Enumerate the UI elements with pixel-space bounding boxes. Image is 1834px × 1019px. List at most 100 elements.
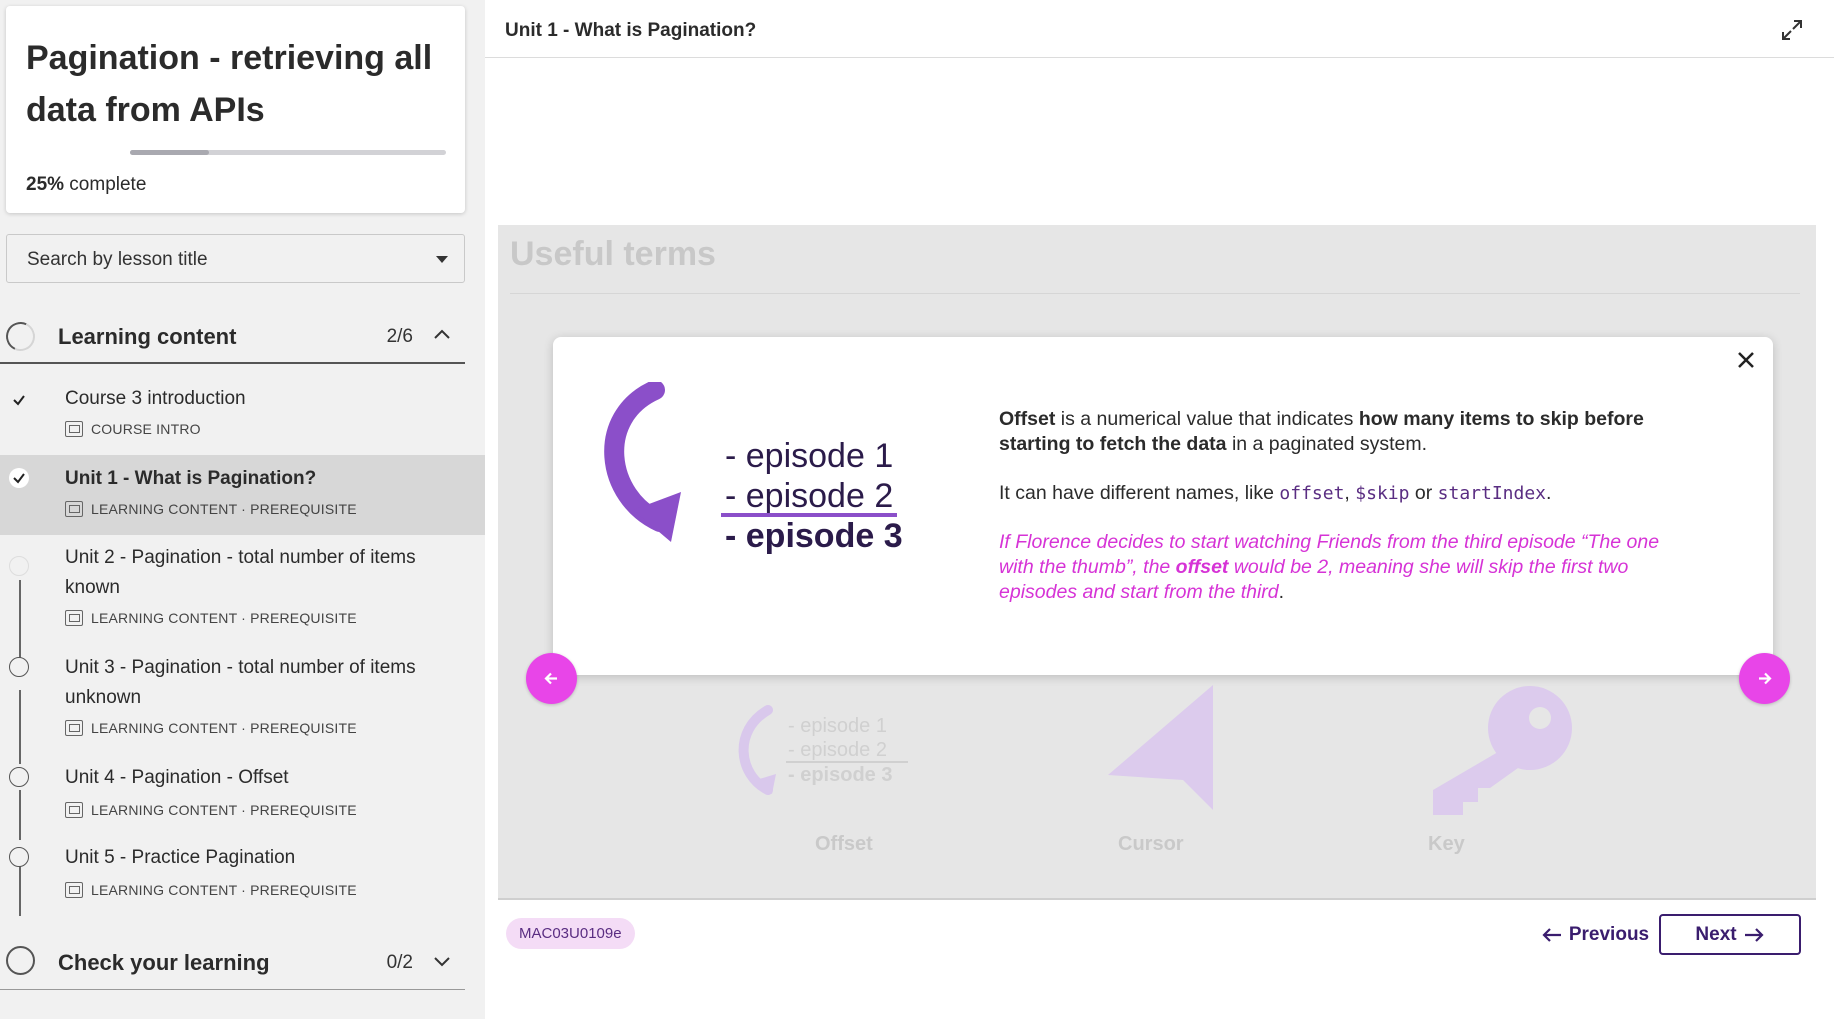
section-heading: Useful terms bbox=[510, 235, 716, 273]
lesson-item-unit-2[interactable]: Unit 2 - Pagination - total number of it… bbox=[0, 540, 485, 640]
lesson-meta-text: LEARNING CONTENT · PREREQUISITE bbox=[91, 720, 357, 736]
lesson-title: Unit 1 - What is Pagination? bbox=[65, 468, 317, 489]
term-label-key: Key bbox=[1428, 833, 1465, 855]
section-check-your-learning[interactable]: Check your learning 0/2 bbox=[0, 932, 465, 990]
section-learning-content[interactable]: Learning content 2/6 bbox=[0, 306, 465, 364]
close-icon[interactable] bbox=[1733, 347, 1759, 373]
footer-divider bbox=[498, 898, 1816, 900]
document-icon bbox=[65, 421, 83, 437]
term-detail-modal: - episode 1 - episode 2 - episode 3 Offs… bbox=[553, 337, 1773, 675]
arrow-right-icon bbox=[1744, 927, 1764, 942]
progress-text: 25% complete bbox=[26, 174, 146, 196]
lesson-search-select[interactable]: Search by lesson title bbox=[6, 234, 465, 283]
aliases-text: It can have different names, like bbox=[999, 482, 1280, 504]
section-label: Check your learning bbox=[58, 950, 270, 975]
term-label-offset: Offset bbox=[815, 833, 873, 855]
lesson-title: Unit 3 - Pagination - total number of it… bbox=[65, 657, 416, 708]
lesson-item-unit-4[interactable]: Unit 4 - Pagination - Offset LEARNING CO… bbox=[0, 760, 485, 832]
definition-text: is a numerical value that indicates bbox=[1055, 408, 1359, 430]
lesson-title: Course 3 introduction bbox=[65, 388, 246, 409]
episode-text: - episode 1 bbox=[788, 715, 887, 737]
section-count: 0/2 bbox=[386, 952, 413, 973]
previous-label: Previous bbox=[1568, 924, 1650, 945]
status-circle-icon bbox=[9, 767, 29, 787]
slides-icon bbox=[65, 802, 83, 818]
lesson-meta-text: LEARNING CONTENT · PREREQUISITE bbox=[91, 882, 357, 898]
lesson-search-placeholder: Search by lesson title bbox=[27, 249, 208, 270]
expand-icon[interactable] bbox=[1780, 18, 1804, 42]
term-label-cursor: Cursor bbox=[1118, 833, 1184, 855]
episode-text: - episode 2 bbox=[788, 739, 887, 761]
episode-text: - episode 1 bbox=[725, 437, 893, 475]
check-icon bbox=[9, 390, 29, 410]
slides-icon bbox=[65, 610, 83, 626]
lesson-meta: LEARNING CONTENT · PREREQUISITE bbox=[65, 610, 357, 626]
lesson-meta: COURSE INTRO bbox=[65, 421, 201, 437]
lesson-item-unit-5[interactable]: Unit 5 - Practice Pagination LEARNING CO… bbox=[0, 840, 485, 912]
offset-illustration: - episode 1 - episode 2 - episode 3 bbox=[604, 382, 903, 555]
section-progress-ring-icon bbox=[1, 317, 40, 356]
section-count: 2/6 bbox=[386, 326, 413, 347]
lesson-item-course-intro[interactable]: Course 3 introduction COURSE INTRO bbox=[0, 376, 485, 454]
lesson-title: Unit 4 - Pagination - Offset bbox=[65, 767, 289, 788]
status-circle-icon bbox=[9, 556, 29, 576]
course-progress-fill bbox=[130, 150, 209, 155]
lesson-item-unit-1[interactable]: Unit 1 - What is Pagination? LEARNING CO… bbox=[0, 455, 485, 535]
lesson-meta-text: LEARNING CONTENT · PREREQUISITE bbox=[91, 501, 357, 517]
episode-text: - episode 3 bbox=[725, 517, 903, 555]
previous-button[interactable]: Previous bbox=[1515, 915, 1675, 955]
slides-icon bbox=[65, 501, 83, 517]
slides-icon bbox=[65, 882, 83, 898]
lesson-meta: LEARNING CONTENT · PREREQUISITE bbox=[65, 802, 357, 818]
alias-code: offset bbox=[1279, 483, 1345, 504]
cursor-illustration-faded bbox=[1108, 685, 1213, 810]
section-label: Learning content bbox=[58, 324, 237, 349]
definition-text: in a paginated system. bbox=[1226, 433, 1428, 455]
course-title: Pagination - retrieving all data from AP… bbox=[26, 39, 433, 129]
lesson-code-badge: MAC03U0109e bbox=[506, 918, 635, 949]
status-circle-icon bbox=[9, 657, 29, 677]
modal-previous-button[interactable] bbox=[526, 653, 577, 704]
section-progress-ring-icon bbox=[6, 946, 35, 975]
aliases-separator: or bbox=[1409, 482, 1438, 504]
example-paragraph: If Florence decides to start watching Fr… bbox=[999, 530, 1699, 605]
term-description: Offset is a numerical value that indicat… bbox=[999, 407, 1699, 629]
lesson-main-panel: Unit 1 - What is Pagination? Useful term… bbox=[485, 0, 1834, 1019]
episode-text: - episode 3 bbox=[788, 764, 892, 786]
lesson-item-unit-3[interactable]: Unit 3 - Pagination - total number of it… bbox=[0, 650, 485, 750]
next-label: Next bbox=[1695, 923, 1737, 945]
episode-text: - episode 2 bbox=[725, 477, 893, 515]
aliases-separator: , bbox=[1344, 482, 1356, 504]
lesson-meta-text: LEARNING CONTENT · PREREQUISITE bbox=[91, 610, 357, 626]
slides-icon bbox=[65, 720, 83, 736]
example-highlight: offset bbox=[1175, 556, 1229, 578]
aliases-end: . bbox=[1546, 482, 1552, 504]
divider bbox=[510, 293, 1800, 294]
example-text: If Florence decides to start watching Fr… bbox=[999, 531, 1659, 603]
arrow-left-icon bbox=[544, 672, 557, 685]
offset-illustration-faded: - episode 1 - episode 2 - episode 3 bbox=[738, 705, 908, 795]
example-end: . bbox=[1278, 581, 1285, 603]
status-circle-icon bbox=[9, 847, 29, 867]
chevron-up-icon[interactable] bbox=[433, 326, 451, 344]
lesson-content-frame: Useful terms - episode 1 - episode 2 - e… bbox=[498, 225, 1816, 900]
term-name: Offset bbox=[999, 408, 1056, 430]
modal-next-button[interactable] bbox=[1739, 653, 1790, 704]
lesson-meta-text: LEARNING CONTENT · PREREQUISITE bbox=[91, 802, 357, 818]
lesson-meta: LEARNING CONTENT · PREREQUISITE bbox=[65, 882, 357, 898]
next-button[interactable]: Next bbox=[1659, 914, 1801, 955]
lesson-meta: LEARNING CONTENT · PREREQUISITE bbox=[65, 720, 357, 736]
aliases-paragraph: It can have different names, like offset… bbox=[999, 481, 1699, 506]
lesson-title: Unit 2 - Pagination - total number of it… bbox=[65, 547, 416, 598]
lesson-meta-text: COURSE INTRO bbox=[91, 421, 201, 437]
chevron-down-icon[interactable] bbox=[433, 952, 451, 970]
dropdown-caret-icon bbox=[436, 256, 448, 263]
definition-paragraph: Offset is a numerical value that indicat… bbox=[999, 407, 1699, 457]
lesson-meta: LEARNING CONTENT · PREREQUISITE bbox=[65, 501, 357, 517]
alias-code: startIndex bbox=[1437, 483, 1547, 504]
progress-suffix: complete bbox=[64, 174, 147, 195]
check-icon bbox=[9, 468, 29, 488]
alias-code: $skip bbox=[1355, 483, 1410, 504]
course-progress-bar bbox=[130, 150, 446, 155]
lesson-header: Unit 1 - What is Pagination? bbox=[485, 0, 1834, 58]
